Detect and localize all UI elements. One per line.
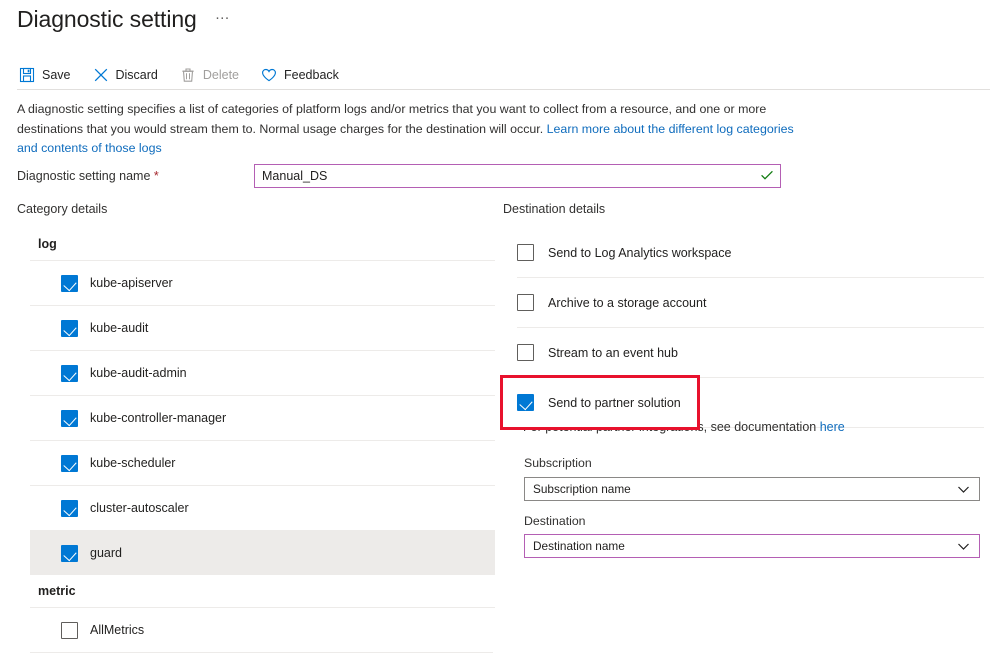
save-label: Save [42,62,71,88]
category-list-bottom-divider [30,652,493,653]
checkbox-kube-controller-manager[interactable] [61,410,78,427]
table-row[interactable]: kube-apiserver [30,260,495,305]
destination-option-label: Stream to an event hub [548,346,678,360]
table-row[interactable]: kube-audit-admin [30,350,495,395]
diagnostic-setting-name-input-wrap [254,164,781,188]
destination-option-event-hub[interactable]: Stream to an event hub [503,328,1000,377]
checkbox-kube-audit[interactable] [61,320,78,337]
destination-dropdown[interactable]: Destination name [524,534,980,558]
checkbox-stream-to-an-event-hub[interactable] [517,344,534,361]
destination-option-label: Send to partner solution [548,396,681,410]
heart-icon [261,67,277,83]
category-label: kube-controller-manager [90,411,226,425]
page-title: Diagnostic setting [17,4,197,34]
destination-option-label: Archive to a storage account [548,296,706,310]
category-label: guard [90,546,122,560]
delete-label: Delete [203,62,239,88]
toolbar-divider [17,89,990,90]
category-details-heading: Category details [17,202,107,216]
diagnostic-setting-name-input[interactable] [254,164,781,188]
description-text: A diagnostic setting specifies a list of… [17,100,807,159]
checkbox-kube-audit-admin[interactable] [61,365,78,382]
page-header: Diagnostic setting … [17,4,235,34]
required-marker: * [154,169,159,183]
subscription-dropdown[interactable]: Subscription name [524,477,980,501]
subscription-value: Subscription name [533,482,956,496]
category-label: cluster-autoscaler [90,501,189,515]
category-label: kube-audit-admin [90,366,187,380]
destination-label: Destination [524,514,586,528]
checkbox-allmetrics[interactable] [61,622,78,639]
close-x-icon [93,67,109,83]
destination-details-list: Send to Log Analytics workspace Archive … [503,228,1000,428]
table-row[interactable]: AllMetrics [30,607,495,652]
discard-label: Discard [116,62,158,88]
category-label: kube-scheduler [90,456,175,470]
destination-option-label: Send to Log Analytics workspace [548,246,731,260]
documentation-here-link[interactable]: here [820,420,845,434]
category-label: kube-audit [90,321,148,335]
checkbox-send-to-log-analytics-workspace[interactable] [517,244,534,261]
checkbox-guard[interactable] [61,545,78,562]
save-button[interactable]: Save [17,62,82,88]
command-bar: Save Discard Delete [17,62,359,88]
checkbox-archive-to-a-storage-account[interactable] [517,294,534,311]
diagnostic-setting-name-label: Diagnostic setting name * [17,166,254,186]
feedback-label: Feedback [284,62,339,88]
trash-icon [180,67,196,83]
destination-value: Destination name [533,539,956,553]
chevron-down-icon [956,482,971,497]
table-row[interactable]: cluster-autoscaler [30,485,495,530]
checkbox-cluster-autoscaler[interactable] [61,500,78,517]
category-label: kube-apiserver [90,276,173,290]
name-label-text: Diagnostic setting name [17,169,150,183]
checkbox-kube-apiserver[interactable] [61,275,78,292]
category-details-list: log kube-apiserver kube-audit kube-audit… [0,228,495,653]
category-group-log-header: log [0,228,495,260]
table-row[interactable]: kube-scheduler [30,440,495,485]
checkbox-send-to-partner-solution[interactable] [517,394,534,411]
category-group-metric-header: metric [0,575,495,607]
feedback-button[interactable]: Feedback [259,62,350,88]
table-row[interactable]: guard [30,530,495,575]
checkbox-kube-scheduler[interactable] [61,455,78,472]
destination-details-heading: Destination details [503,202,605,216]
destination-option-log-analytics[interactable]: Send to Log Analytics workspace [503,228,1000,277]
diagnostic-setting-page: Diagnostic setting … Save Discard [0,0,1000,666]
delete-button: Delete [178,62,250,88]
destination-option-storage-account[interactable]: Archive to a storage account [503,278,1000,327]
diagnostic-setting-name-row: Diagnostic setting name * [17,164,781,188]
table-row[interactable]: kube-audit [30,305,495,350]
destination-option-partner-solution[interactable]: Send to partner solution [503,378,697,427]
save-icon [19,67,35,83]
green-check-icon [760,168,774,182]
category-label: AllMetrics [90,623,144,637]
chevron-down-icon [956,539,971,554]
discard-button[interactable]: Discard [91,62,169,88]
subscription-label: Subscription [524,456,592,470]
table-row[interactable]: kube-controller-manager [30,395,495,440]
ellipsis-icon[interactable]: … [211,0,235,30]
